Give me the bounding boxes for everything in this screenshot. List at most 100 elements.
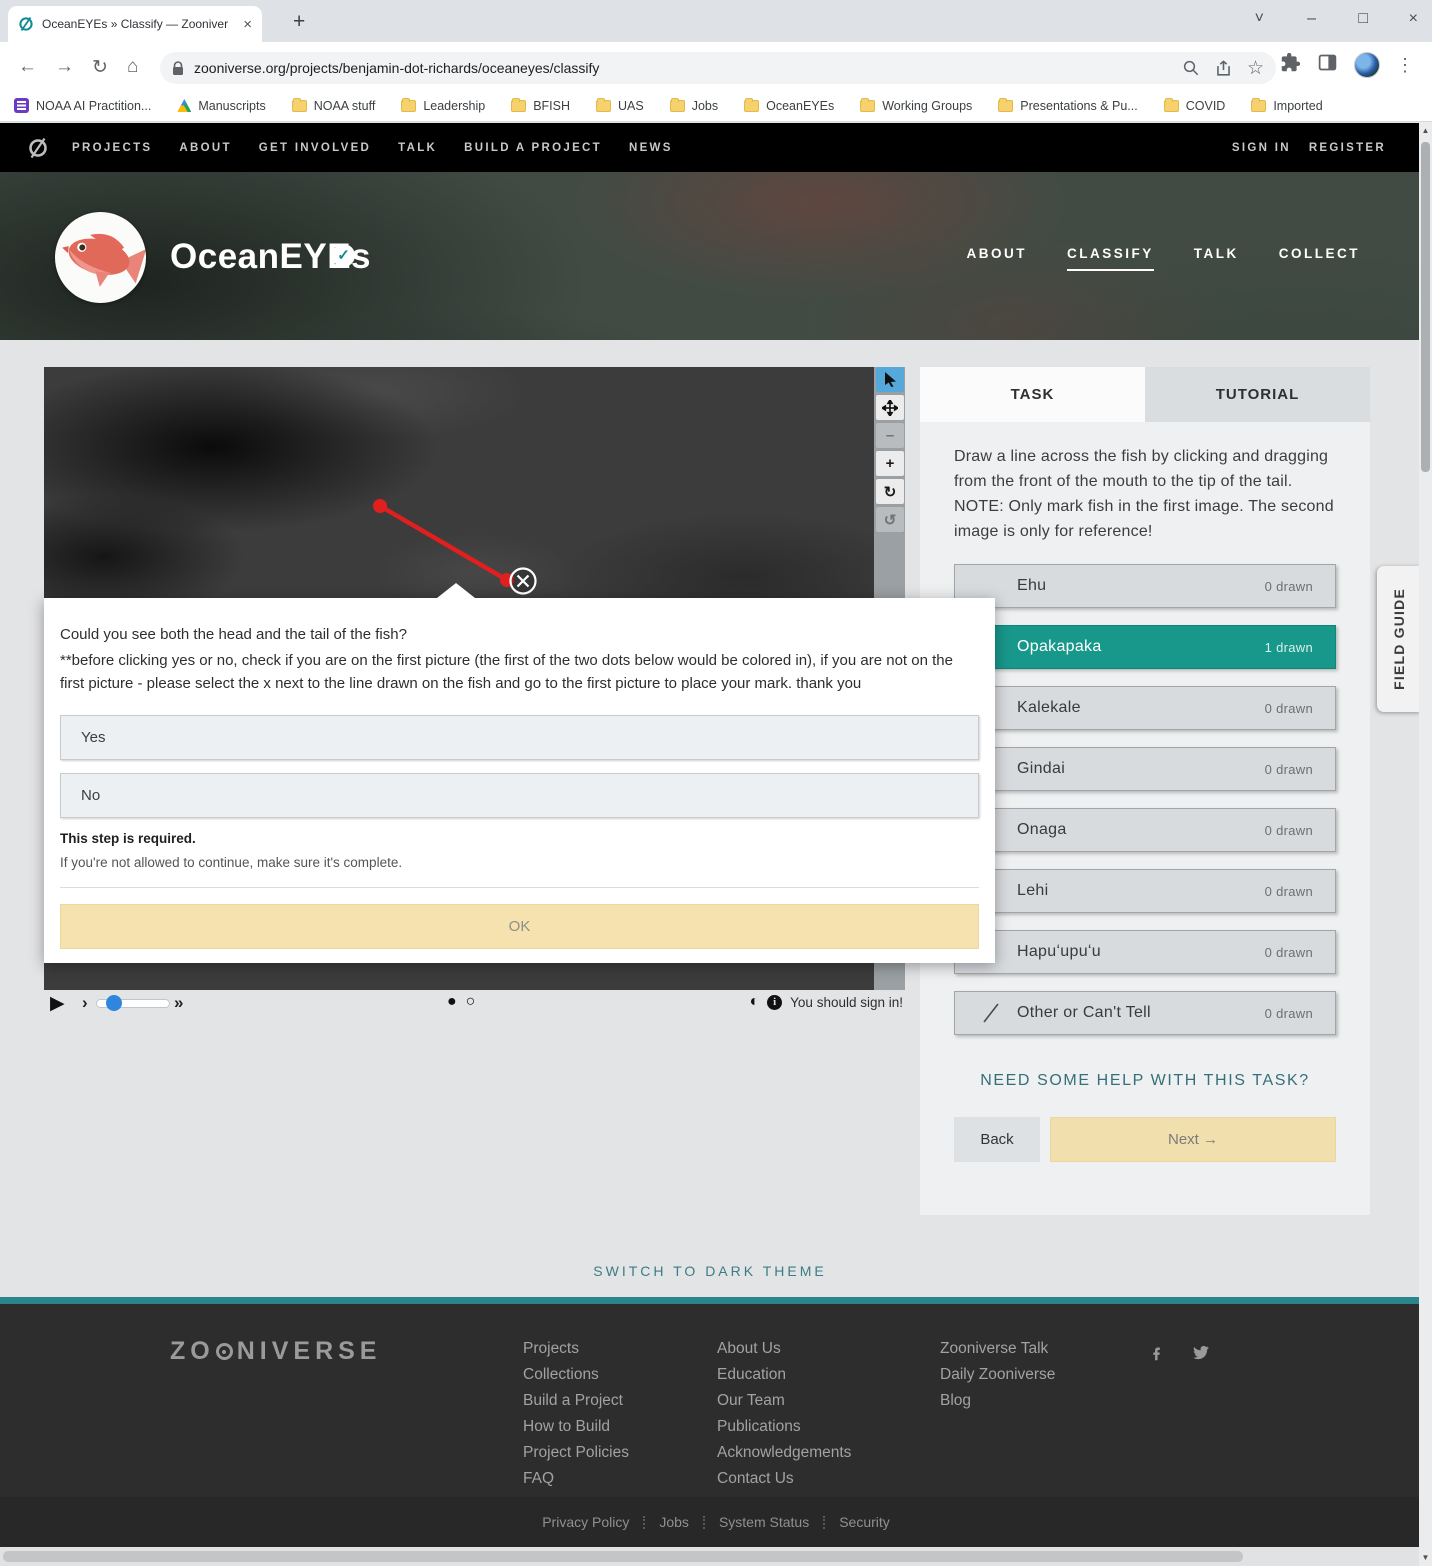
frame-dot-current[interactable]: ● <box>447 993 466 1010</box>
bookmark-item[interactable]: NOAA AI Practition... <box>14 98 151 113</box>
no-button[interactable]: No <box>60 773 979 818</box>
rotate-tool-button[interactable]: ↻ <box>876 479 904 504</box>
horizontal-scrollbar[interactable] <box>0 1547 1419 1566</box>
speed-slider-knob[interactable] <box>106 995 122 1011</box>
bookmark-star-icon[interactable]: ☆ <box>1247 57 1264 80</box>
footer-link[interactable]: About Us <box>717 1340 851 1358</box>
vertical-scrollbar[interactable]: ▲ ▼ <box>1419 122 1432 1566</box>
nav-news[interactable]: NEWS <box>629 142 673 154</box>
species-button-ehu[interactable]: Ehu0 drawn <box>954 564 1336 608</box>
reload-icon[interactable]: ↻ <box>92 56 108 79</box>
project-nav-talk[interactable]: TALK <box>1194 246 1239 271</box>
bookmark-item[interactable]: Presentations & Pu... <box>998 99 1137 113</box>
zoom-out-tool-button[interactable]: – <box>876 423 904 448</box>
profile-avatar[interactable] <box>1354 52 1380 78</box>
species-button-other[interactable]: Other or Can't Tell0 drawn <box>954 991 1336 1035</box>
bookmark-item[interactable]: BFISH <box>511 99 570 113</box>
twitter-icon[interactable] <box>1191 1344 1210 1366</box>
field-guide-tab[interactable]: FIELD GUIDE <box>1377 566 1421 712</box>
bookmark-item[interactable]: Working Groups <box>860 99 972 113</box>
footer-link[interactable]: Publications <box>717 1418 851 1436</box>
register-link[interactable]: REGISTER <box>1309 142 1386 154</box>
share-icon[interactable] <box>1214 59 1233 78</box>
frame-dot-next[interactable]: ○ <box>466 993 485 1010</box>
bookmark-item[interactable]: Leadership <box>401 99 485 113</box>
ok-button[interactable]: OK <box>60 904 979 949</box>
footer-legal-link[interactable]: System Status <box>719 1514 809 1530</box>
play-button[interactable]: ▶ <box>50 992 65 1015</box>
project-nav-collect[interactable]: COLLECT <box>1279 246 1360 271</box>
bookmark-item[interactable]: OceanEYEs <box>744 99 834 113</box>
nav-projects[interactable]: PROJECTS <box>72 142 152 154</box>
project-avatar[interactable] <box>55 212 146 303</box>
tab-close-icon[interactable]: × <box>243 17 252 32</box>
footer-link[interactable]: FAQ <box>523 1470 629 1488</box>
species-button-kalekale[interactable]: Kalekale0 drawn <box>954 686 1336 730</box>
zoom-in-tool-button[interactable]: + <box>876 451 904 476</box>
tab-task[interactable]: TASK <box>920 367 1145 422</box>
footer-link[interactable]: Projects <box>523 1340 629 1358</box>
footer-legal-link[interactable]: Jobs <box>659 1514 689 1530</box>
bookmark-item[interactable]: COVID <box>1164 99 1226 113</box>
pan-tool-button[interactable] <box>876 395 904 420</box>
search-icon[interactable] <box>1182 59 1200 77</box>
back-button[interactable]: Back <box>954 1117 1040 1162</box>
zooniverse-logo-icon[interactable] <box>26 136 50 160</box>
footer-link[interactable]: Contact Us <box>717 1470 851 1488</box>
footer-link[interactable]: Daily Zooniverse <box>940 1366 1055 1384</box>
home-icon[interactable]: ⌂ <box>127 56 138 78</box>
reset-tool-button[interactable]: ↺ <box>876 507 904 532</box>
project-nav-about[interactable]: ABOUT <box>966 246 1027 271</box>
vertical-scrollbar-thumb[interactable] <box>1421 142 1430 472</box>
scroll-down-icon[interactable]: ▼ <box>1419 1553 1432 1562</box>
horizontal-scrollbar-thumb[interactable] <box>3 1551 1243 1562</box>
nav-get-involved[interactable]: GET INVOLVED <box>259 142 371 154</box>
browser-tab[interactable]: OceanEYEs » Classify — Zooniver × <box>8 6 262 42</box>
speed-step-icon[interactable]: › <box>82 993 88 1013</box>
footer-link[interactable]: Build a Project <box>523 1392 629 1410</box>
task-help-link[interactable]: NEED SOME HELP WITH THIS TASK? <box>954 1072 1336 1090</box>
project-nav-classify[interactable]: CLASSIFY <box>1067 246 1154 271</box>
theme-toggle-link[interactable]: SWITCH TO DARK THEME <box>0 1263 1420 1279</box>
nav-build-a-project[interactable]: BUILD A PROJECT <box>464 142 602 154</box>
footer-legal-link[interactable]: Privacy Policy <box>542 1514 629 1530</box>
species-button-gindai[interactable]: Gindai0 drawn <box>954 747 1336 791</box>
nav-talk[interactable]: TALK <box>398 142 437 154</box>
bookmark-item[interactable]: Manuscripts <box>177 99 265 113</box>
species-button-lehi[interactable]: Lehi0 drawn <box>954 869 1336 913</box>
bookmark-item[interactable]: NOAA stuff <box>292 99 376 113</box>
nav-about[interactable]: ABOUT <box>179 142 231 154</box>
footer-link[interactable]: Acknowledgements <box>717 1444 851 1462</box>
footer-link[interactable]: How to Build <box>523 1418 629 1436</box>
species-button-hapuupuu[interactable]: Hapuʻupuʻu0 drawn <box>954 930 1336 974</box>
info-icon[interactable]: i <box>767 995 782 1010</box>
invert-colors-icon[interactable]: ◐ <box>749 993 759 1011</box>
bookmark-item[interactable]: Jobs <box>670 99 718 113</box>
extensions-icon[interactable] <box>1280 52 1301 78</box>
speed-fast-icon[interactable]: » <box>174 993 183 1013</box>
address-bar[interactable]: zooniverse.org/projects/benjamin-dot-ric… <box>160 52 1276 84</box>
footer-link[interactable]: Collections <box>523 1366 629 1384</box>
facebook-icon[interactable] <box>1148 1344 1165 1366</box>
footer-legal-link[interactable]: Security <box>839 1514 890 1530</box>
footer-link[interactable]: Our Team <box>717 1392 851 1410</box>
side-panel-icon[interactable] <box>1317 52 1338 78</box>
tab-search-chevron-icon[interactable]: ˅ <box>1255 10 1264 28</box>
back-icon[interactable]: ← <box>18 56 37 78</box>
tab-tutorial[interactable]: TUTORIAL <box>1145 367 1370 422</box>
footer-link[interactable]: Education <box>717 1366 851 1384</box>
footer-link[interactable]: Blog <box>940 1392 1055 1410</box>
scroll-up-icon[interactable]: ▲ <box>1419 126 1432 135</box>
bookmark-item[interactable]: Imported <box>1251 99 1322 113</box>
new-tab-button[interactable]: + <box>293 10 305 34</box>
species-button-opakapaka[interactable]: Opakapaka1 drawn <box>954 625 1336 669</box>
menu-dots-icon[interactable]: ⋮ <box>1396 55 1414 76</box>
next-button[interactable]: Next → <box>1050 1117 1336 1162</box>
forward-icon[interactable]: → <box>55 56 74 78</box>
bookmark-item[interactable]: UAS <box>596 99 644 113</box>
pointer-tool-button[interactable] <box>876 367 904 392</box>
footer-link[interactable]: Project Policies <box>523 1444 629 1462</box>
maximize-button[interactable]: □ <box>1358 10 1368 28</box>
yes-button[interactable]: Yes <box>60 715 979 760</box>
close-button[interactable]: × <box>1409 10 1418 28</box>
